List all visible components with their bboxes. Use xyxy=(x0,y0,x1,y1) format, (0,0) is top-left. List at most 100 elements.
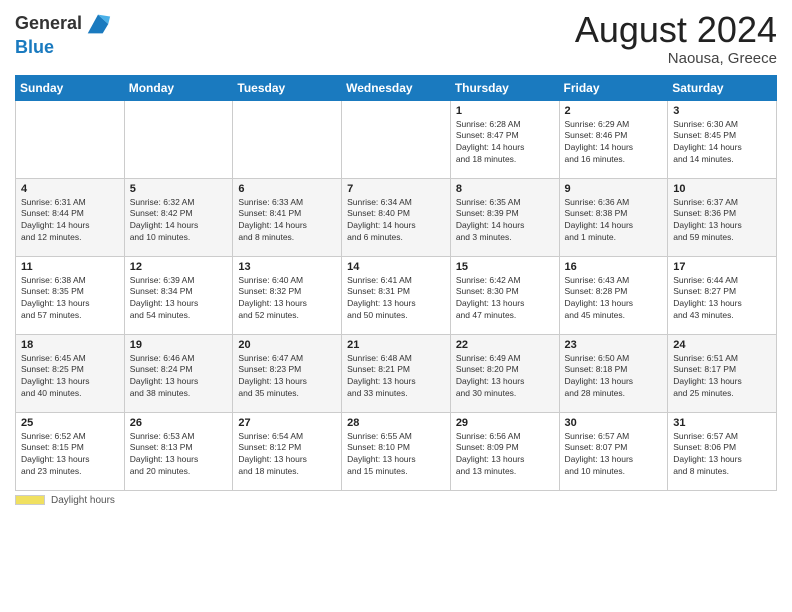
day-number: 8 xyxy=(456,183,554,195)
calendar-cell: 7Sunrise: 6:34 AMSunset: 8:40 PMDaylight… xyxy=(342,178,451,256)
calendar-table: Sunday Monday Tuesday Wednesday Thursday… xyxy=(15,75,777,491)
calendar-cell: 21 Sunrise: 6:48 AMSunset: 8:21 PMDayligh… xyxy=(342,334,451,412)
day-number: 11 xyxy=(21,261,119,273)
day-info: Sunrise: 6:54 AMSunset: 8:12 PMDaylight:… xyxy=(238,431,336,479)
calendar-cell: 8 Sunrise: 6:35 AMSunset: 8:39 PMDaylight… xyxy=(450,178,559,256)
day-info: Sunrise: 6:57 AMSunset: 8:07 PMDaylight:… xyxy=(565,431,663,479)
day-number: 10 xyxy=(673,183,771,195)
logo-text-general: General xyxy=(15,14,82,34)
calendar-cell: 9 Sunrise: 6:36 AMSunset: 8:38 PMDaylight… xyxy=(559,178,668,256)
day-info: Sunrise: 6:41 AMSunset: 8:31 PMDaylight:… xyxy=(347,275,445,323)
calendar-cell: 17 Sunrise: 6:44 AMSunset: 8:27 PMDayligh… xyxy=(668,256,777,334)
col-thursday: Thursday xyxy=(450,75,559,100)
col-monday: Monday xyxy=(124,75,233,100)
day-number: 1 xyxy=(456,105,554,117)
day-info: Sunrise: 6:38 AMSunset: 8:35 PMDaylight:… xyxy=(21,275,119,323)
col-tuesday: Tuesday xyxy=(233,75,342,100)
calendar-cell: 1 Sunrise: 6:28 AMSunset: 8:47 PMDaylight… xyxy=(450,100,559,178)
day-info: Sunrise: 6:57 AMSunset: 8:06 PMDaylight:… xyxy=(673,431,771,479)
calendar-week-1: 1 Sunrise: 6:28 AMSunset: 8:47 PMDaylight… xyxy=(16,100,777,178)
calendar-cell: 26Sunrise: 6:53 AMSunset: 8:13 PMDayligh… xyxy=(124,412,233,490)
calendar-week-3: 11 Sunrise: 6:38 AMSunset: 8:35 PMDayligh… xyxy=(16,256,777,334)
day-number: 31 xyxy=(673,417,771,429)
day-number: 2 xyxy=(565,105,663,117)
calendar-cell: 5 Sunrise: 6:32 AMSunset: 8:42 PMDaylight… xyxy=(124,178,233,256)
day-info: Sunrise: 6:48 AMSunset: 8:21 PMDaylight:… xyxy=(347,353,445,401)
day-info: Sunrise: 6:52 AMSunset: 8:15 PMDaylight:… xyxy=(21,431,119,479)
calendar-week-5: 25 Sunrise: 6:52 AMSunset: 8:15 PMDayligh… xyxy=(16,412,777,490)
day-info: Sunrise: 6:55 AMSunset: 8:10 PMDaylight:… xyxy=(347,431,445,479)
day-number: 4 xyxy=(21,183,119,195)
day-number: 12 xyxy=(130,261,228,273)
day-number: 23 xyxy=(565,339,663,351)
day-number: 7 xyxy=(347,183,445,195)
day-info: Sunrise: 6:49 AMSunset: 8:20 PMDaylight:… xyxy=(456,353,554,401)
day-info: Sunrise: 6:40 AMSunset: 8:32 PMDaylight:… xyxy=(238,275,336,323)
calendar-cell: 3Sunrise: 6:30 AMSunset: 8:45 PMDaylight… xyxy=(668,100,777,178)
day-number: 17 xyxy=(673,261,771,273)
day-info: Sunrise: 6:42 AMSunset: 8:30 PMDaylight:… xyxy=(456,275,554,323)
daylight-bar-icon xyxy=(15,495,45,505)
calendar-cell: 27 Sunrise: 6:54 AMSunset: 8:12 PMDayligh… xyxy=(233,412,342,490)
calendar-cell xyxy=(342,100,451,178)
col-wednesday: Wednesday xyxy=(342,75,451,100)
calendar-cell xyxy=(16,100,125,178)
day-number: 18 xyxy=(21,339,119,351)
calendar-cell: 23 Sunrise: 6:50 AMSunset: 8:18 PMDayligh… xyxy=(559,334,668,412)
logo-icon xyxy=(84,10,112,38)
day-info: Sunrise: 6:30 AMSunset: 8:45 PMDaylight:… xyxy=(673,119,771,167)
day-number: 21 xyxy=(347,339,445,351)
day-info: Sunrise: 6:35 AMSunset: 8:39 PMDaylight:… xyxy=(456,197,554,245)
calendar-cell: 24 Sunrise: 6:51 AMSunset: 8:17 PMDayligh… xyxy=(668,334,777,412)
calendar-cell: 6Sunrise: 6:33 AMSunset: 8:41 PMDaylight… xyxy=(233,178,342,256)
calendar-cell: 31 Sunrise: 6:57 AMSunset: 8:06 PMDayligh… xyxy=(668,412,777,490)
day-info: Sunrise: 6:37 AMSunset: 8:36 PMDaylight:… xyxy=(673,197,771,245)
calendar-cell xyxy=(233,100,342,178)
day-number: 22 xyxy=(456,339,554,351)
footer-label: Daylight hours xyxy=(51,495,115,506)
day-info: Sunrise: 6:50 AMSunset: 8:18 PMDaylight:… xyxy=(565,353,663,401)
day-number: 29 xyxy=(456,417,554,429)
col-saturday: Saturday xyxy=(668,75,777,100)
logo: General Blue xyxy=(15,10,112,58)
calendar-cell: 16 Sunrise: 6:43 AMSunset: 8:28 PMDayligh… xyxy=(559,256,668,334)
day-info: Sunrise: 6:29 AMSunset: 8:46 PMDaylight:… xyxy=(565,119,663,167)
calendar-cell: 14 Sunrise: 6:41 AMSunset: 8:31 PMDayligh… xyxy=(342,256,451,334)
day-info: Sunrise: 6:51 AMSunset: 8:17 PMDaylight:… xyxy=(673,353,771,401)
calendar-cell: 22 Sunrise: 6:49 AMSunset: 8:20 PMDayligh… xyxy=(450,334,559,412)
calendar-cell: 18Sunrise: 6:45 AMSunset: 8:25 PMDayligh… xyxy=(16,334,125,412)
day-number: 27 xyxy=(238,417,336,429)
day-info: Sunrise: 6:32 AMSunset: 8:42 PMDaylight:… xyxy=(130,197,228,245)
calendar-cell: 30Sunrise: 6:57 AMSunset: 8:07 PMDayligh… xyxy=(559,412,668,490)
col-sunday: Sunday xyxy=(16,75,125,100)
day-info: Sunrise: 6:46 AMSunset: 8:24 PMDaylight:… xyxy=(130,353,228,401)
day-info: Sunrise: 6:47 AMSunset: 8:23 PMDaylight:… xyxy=(238,353,336,401)
day-number: 5 xyxy=(130,183,228,195)
calendar-cell: 25 Sunrise: 6:52 AMSunset: 8:15 PMDayligh… xyxy=(16,412,125,490)
calendar-cell: 2 Sunrise: 6:29 AMSunset: 8:46 PMDaylight… xyxy=(559,100,668,178)
location: Naousa, Greece xyxy=(575,50,777,67)
calendar-cell: 19 Sunrise: 6:46 AMSunset: 8:24 PMDayligh… xyxy=(124,334,233,412)
day-number: 14 xyxy=(347,261,445,273)
day-number: 25 xyxy=(21,417,119,429)
calendar-cell xyxy=(124,100,233,178)
day-number: 20 xyxy=(238,339,336,351)
day-info: Sunrise: 6:31 AMSunset: 8:44 PMDaylight:… xyxy=(21,197,119,245)
day-info: Sunrise: 6:53 AMSunset: 8:13 PMDaylight:… xyxy=(130,431,228,479)
day-info: Sunrise: 6:36 AMSunset: 8:38 PMDaylight:… xyxy=(565,197,663,245)
day-number: 19 xyxy=(130,339,228,351)
col-friday: Friday xyxy=(559,75,668,100)
day-info: Sunrise: 6:28 AMSunset: 8:47 PMDaylight:… xyxy=(456,119,554,167)
calendar-cell: 11 Sunrise: 6:38 AMSunset: 8:35 PMDayligh… xyxy=(16,256,125,334)
day-number: 24 xyxy=(673,339,771,351)
month-title: August 2024 xyxy=(575,10,777,50)
day-number: 9 xyxy=(565,183,663,195)
calendar-week-4: 18Sunrise: 6:45 AMSunset: 8:25 PMDayligh… xyxy=(16,334,777,412)
title-block: August 2024 Naousa, Greece xyxy=(575,10,777,67)
calendar-cell: 10 Sunrise: 6:37 AMSunset: 8:36 PMDayligh… xyxy=(668,178,777,256)
day-info: Sunrise: 6:43 AMSunset: 8:28 PMDaylight:… xyxy=(565,275,663,323)
day-info: Sunrise: 6:56 AMSunset: 8:09 PMDaylight:… xyxy=(456,431,554,479)
day-number: 16 xyxy=(565,261,663,273)
calendar-week-2: 4 Sunrise: 6:31 AMSunset: 8:44 PMDaylight… xyxy=(16,178,777,256)
day-info: Sunrise: 6:44 AMSunset: 8:27 PMDaylight:… xyxy=(673,275,771,323)
